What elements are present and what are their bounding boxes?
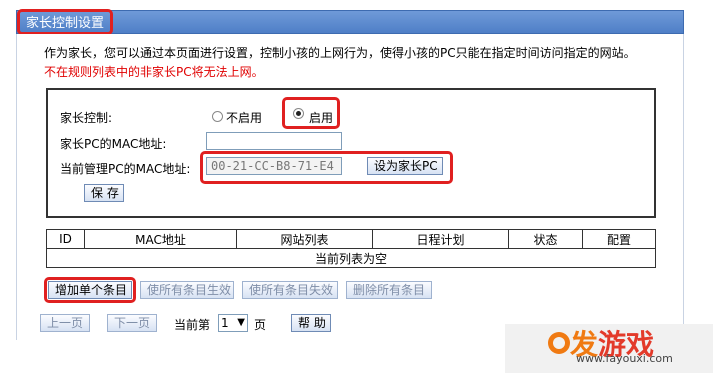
col-schedule: 日程计划 [372,229,509,249]
next-page-button[interactable]: 下一页 [107,314,157,332]
col-mac: MAC地址 [84,229,237,249]
description-text: 作为家长，您可以通过本页面进行设置，控制小孩的上网行为，使得小孩的PC只能在指定… [44,46,636,60]
watermark-url: www.fayouxi.com [576,352,673,365]
col-status: 状态 [508,229,583,249]
rules-table: ID MAC地址 网站列表 日程计划 状态 配置 当前列表为空 [46,229,656,268]
radio-disable-label[interactable]: 不启用 [226,109,262,126]
radio-disable[interactable] [212,111,223,122]
set-parent-pc-button[interactable]: 设为家长PC [367,157,443,175]
page-select[interactable]: 1 ▼ [218,314,248,332]
help-button[interactable]: 帮 助 [291,314,331,332]
col-id: ID [46,229,85,249]
col-config: 配置 [582,229,656,249]
current-mac-label: 当前管理PC的MAC地址: [60,162,191,176]
page-select-value: 1 [221,316,229,330]
prev-page-button[interactable]: 上一页 [40,314,90,332]
current-mac-input: 00-21-CC-B8-71-E4 [206,157,342,175]
parental-control-page: 家长控制设置 作为家长，您可以通过本页面进行设置，控制小孩的上网行为，使得小孩的… [0,0,713,373]
warning-text: 不在规则列表中的非家长PC将无法上网。 [44,65,264,79]
add-entry-button[interactable]: 增加单个条目 [48,281,132,299]
disable-all-button[interactable]: 使所有条目失效 [242,281,338,299]
col-sites: 网站列表 [236,229,373,249]
enable-all-button[interactable]: 使所有条目生效 [140,281,234,299]
parent-mac-label: 家长PC的MAC地址: [60,137,167,151]
chevron-down-icon: ▼ [237,317,245,328]
delete-all-button[interactable]: 删除所有条目 [346,281,432,299]
page-unit-label: 页 [254,318,267,332]
save-button[interactable]: 保 存 [84,184,124,202]
parental-control-label: 家长控制: [60,111,113,125]
radio-enable-label[interactable]: 启用 [309,109,333,126]
table-row: 当前列表为空 [46,248,656,268]
page-title: 家长控制设置 [17,9,114,35]
radio-enable[interactable] [293,108,304,119]
parent-mac-input[interactable] [206,132,342,150]
table-header-row: ID MAC地址 网站列表 日程计划 状态 配置 [46,229,656,249]
header-bar [16,10,684,34]
empty-list-text: 当前列表为空 [46,248,656,268]
current-page-label: 当前第 [174,318,211,332]
watermark-logo-icon [548,332,570,354]
